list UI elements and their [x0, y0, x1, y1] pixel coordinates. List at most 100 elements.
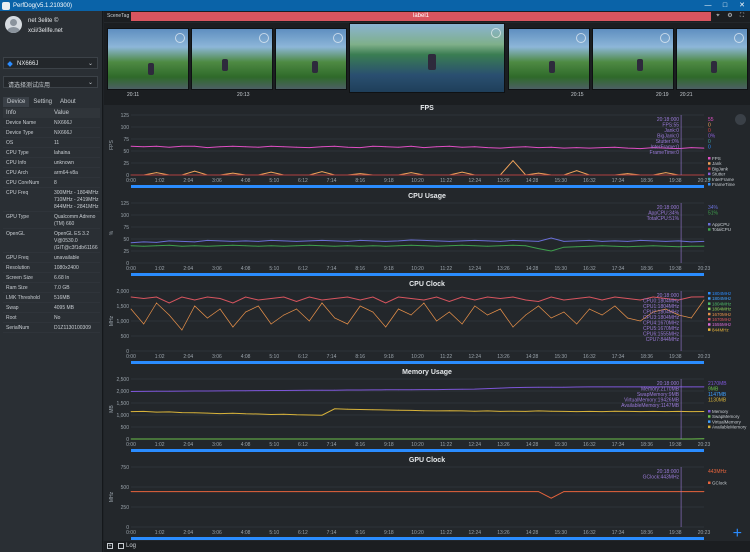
data-point: [589, 438, 590, 440]
data-point: [219, 438, 221, 440]
data-point: [423, 491, 425, 492]
screenshot-thumbnail[interactable]: [191, 28, 273, 90]
play-button[interactable]: [735, 114, 746, 125]
data-point: [245, 491, 247, 492]
y-tick-label: 100: [121, 213, 130, 219]
x-tick-label: 9:18: [384, 442, 394, 448]
x-tick-label: 16:32: [583, 442, 596, 448]
data-point: [257, 174, 259, 176]
x-tick-label: 17:34: [612, 354, 625, 360]
data-point: [690, 296, 692, 298]
data-point: [359, 491, 361, 492]
data-point: [474, 388, 476, 390]
data-point: [130, 411, 132, 412]
chart-memory-usage[interactable]: Memory Usage 0 500 1,000 1,500 2,000 2,500 MB 0:…: [104, 369, 750, 455]
chart-cpu-clock[interactable]: CPU Clock 0 500 1,000 1,500 2,000 MHz 0:00 1:02 2…: [104, 281, 750, 367]
app-select[interactable]: 请选择测试应用 ⌄: [3, 76, 98, 89]
tab-about[interactable]: About: [56, 97, 80, 107]
chart-gpu-clock[interactable]: GPU Clock 0 250 500 750 MHz 0:00 1:02 2:04 3:06 4:…: [104, 457, 750, 543]
data-point: [143, 146, 145, 148]
data-point: [423, 147, 425, 148]
screenshot-thumbnail[interactable]: [676, 28, 748, 90]
chart-svg: 05001,0001,5002,0002,500MB0:00 1:02 2:04 3:…: [109, 377, 747, 452]
data-point: [372, 389, 374, 391]
tab-device[interactable]: Device: [3, 97, 30, 107]
location-icon[interactable]: ⌖: [714, 12, 722, 21]
scene-tag-range[interactable]: label1: [131, 12, 711, 21]
settings-icon[interactable]: ⚙: [726, 12, 734, 21]
fullscreen-icon[interactable]: ⛶: [738, 12, 746, 21]
info-row: Device Name NX666J: [3, 118, 100, 128]
device-icon: [7, 61, 13, 67]
data-point: [219, 245, 221, 247]
y-tick-label: 25: [123, 249, 129, 255]
data-point: [372, 240, 374, 242]
log-checkbox[interactable]: [118, 543, 124, 549]
data-point: [678, 438, 679, 440]
x-tick-label: 11:22: [440, 354, 452, 360]
data-point: [143, 323, 145, 325]
screenshot-thumbnail[interactable]: [275, 28, 347, 90]
screenshot-thumbnail-selected[interactable]: [349, 23, 505, 93]
data-point: [257, 390, 259, 391]
screenshot-thumbnail[interactable]: [508, 28, 590, 90]
data-point: [538, 172, 539, 174]
data-point: [283, 296, 285, 298]
info-value: 8: [54, 180, 57, 186]
screenshot-thumbnail[interactable]: [592, 28, 674, 90]
data-point: [245, 146, 247, 148]
data-point: [690, 386, 692, 388]
data-point: [156, 296, 157, 298]
data-point: [156, 245, 157, 247]
legend-label: GClock: [712, 481, 728, 486]
info-key: LMK Threshold: [6, 295, 40, 301]
data-point: [359, 245, 361, 247]
data-point: [207, 491, 208, 492]
data-point: [423, 302, 425, 304]
chart-fps[interactable]: FPS 0 25 50 75 100 125 FPS 0:00 1:02 2:04 3:06 4:08 5…: [104, 105, 750, 191]
device-select[interactable]: NX666J ⌄: [3, 57, 98, 69]
info-key: GPU Freq: [6, 255, 29, 261]
x-tick-label: 15:30: [554, 530, 567, 536]
data-point: [423, 240, 425, 241]
y-tick-label: 1,000: [116, 413, 129, 419]
data-point: [601, 241, 603, 242]
data-point: [270, 174, 272, 176]
close-button[interactable]: ✕: [734, 0, 750, 11]
expand-icon[interactable]: +: [107, 543, 113, 549]
x-tick-label: 11:22: [440, 530, 452, 536]
info-row: CPU Info unknown: [3, 158, 100, 168]
chart-cpu-usage[interactable]: CPU Usage 0 25 50 75 100 125% 0:00 1:02 2:04 3:06 4…: [104, 193, 750, 279]
tab-setting[interactable]: Setting: [29, 97, 56, 107]
data-point: [703, 245, 705, 247]
sidebar-tabs: Device Setting About: [3, 97, 80, 107]
screenshot-thumbnail[interactable]: [107, 28, 189, 90]
data-point: [550, 237, 552, 239]
cursor-readout: CPU7:844MHz: [646, 337, 680, 343]
data-point: [538, 410, 539, 412]
x-tick-label: 3:06: [212, 354, 222, 360]
minimize-button[interactable]: —: [700, 0, 716, 11]
data-point: [372, 491, 374, 492]
legend-current-value: 51%: [708, 211, 719, 217]
data-point: [703, 296, 705, 298]
data-point: [550, 146, 552, 148]
data-point: [347, 491, 348, 492]
legend-swatch: [708, 223, 711, 226]
legend-swatch: [708, 481, 711, 484]
avatar[interactable]: [5, 16, 22, 33]
info-key: CPU Arch: [6, 170, 28, 176]
x-tick-label: 13:26: [497, 354, 510, 360]
legend-current-value: 443MHz: [708, 469, 727, 475]
data-point: [130, 245, 132, 247]
data-point: [321, 146, 323, 148]
data-point: [270, 245, 272, 247]
maximize-button[interactable]: □: [717, 0, 733, 11]
data-point: [398, 438, 399, 440]
y-axis-label: %: [109, 230, 115, 235]
data-point: [652, 438, 654, 440]
info-row: Device Type NX666J: [3, 128, 100, 138]
data-point: [627, 317, 628, 319]
cursor-readout: GClock:443MHz: [643, 475, 680, 481]
data-point: [270, 145, 272, 147]
